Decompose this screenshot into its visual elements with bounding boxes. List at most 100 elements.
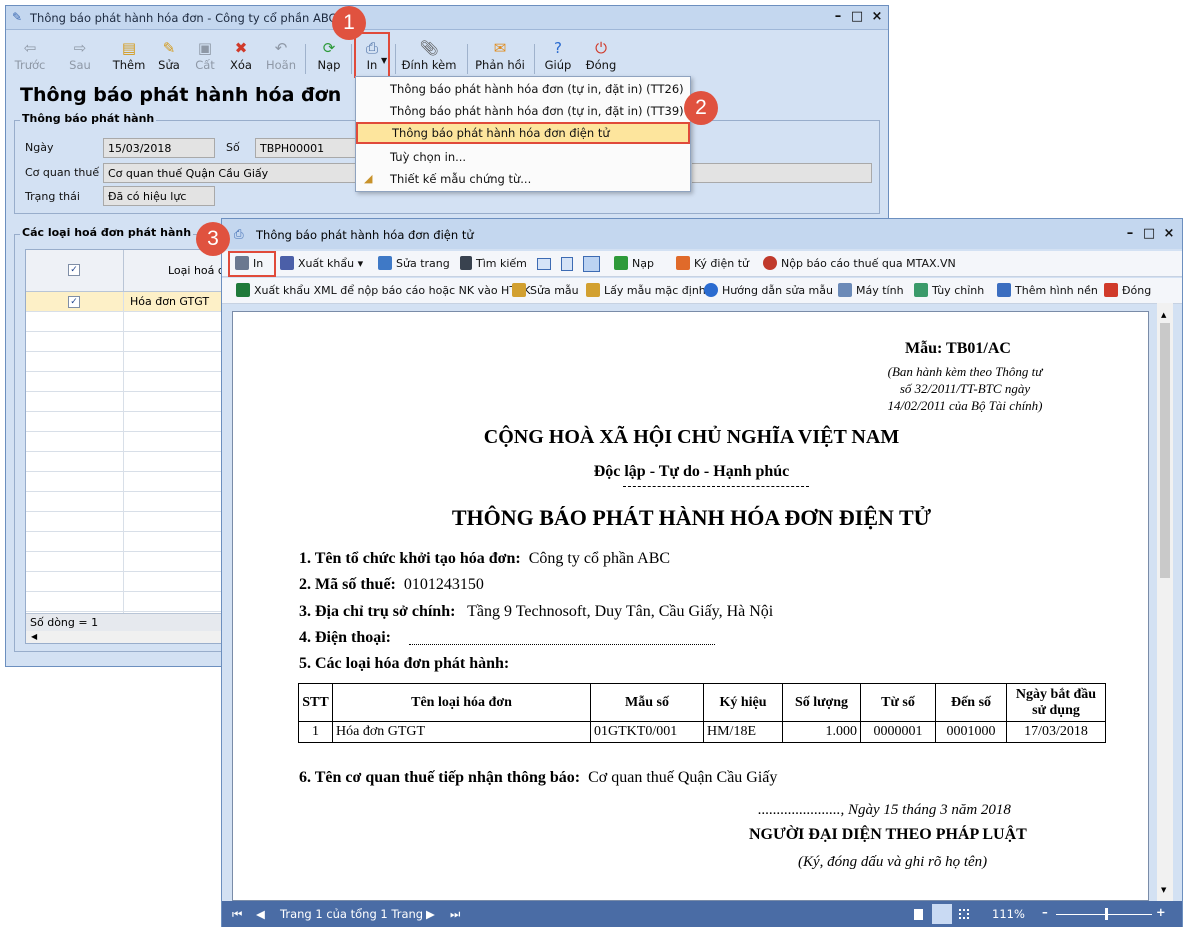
row-check-cell: ✓ [26,292,124,312]
scroll-thumb[interactable] [1160,323,1170,578]
toolbar-separator [467,44,468,74]
prev-page-icon[interactable]: ◀ [256,907,265,921]
delete-label: Xóa [230,58,252,72]
mail-icon: ✉ [493,39,507,57]
single-page-icon[interactable] [537,258,551,270]
options-button[interactable]: Tùy chỉnh [914,280,984,302]
attach-button[interactable]: 📎︎ Đính kèm [399,38,459,78]
zoom-slider-track[interactable] [1056,914,1152,915]
line-tax-code: 2. Mã số thuế: 0101243150 [299,576,484,594]
close-icon[interactable]: × [869,9,885,24]
vertical-scrollbar[interactable]: ▲ ▼ [1157,303,1173,901]
row-checkbox[interactable]: ✓ [68,296,80,308]
empty-grid-cell [26,592,124,612]
print-button[interactable]: ⎙ In ▼ [354,32,390,78]
delete-button[interactable]: ✖ Xóa [219,38,263,78]
print-label: In [366,58,378,72]
single-page-view-icon[interactable] [914,909,923,920]
background-button[interactable]: Thêm hình nền [997,280,1098,302]
tax-office-field[interactable]: Cơ quan thuế Quận Cầu Giấy [103,163,361,183]
empty-grid-row [26,492,229,512]
grid-view-icon[interactable] [959,909,969,919]
maximize-icon[interactable]: □ [1141,226,1157,241]
zoom-level: 111% [992,907,1025,921]
title-bar: ⎙ Thông báo phát hành hóa đơn điện tử – … [222,219,1182,249]
menu-item-notice-tt39[interactable]: Thông báo phát hành hóa đơn (tự in, đặt … [356,100,690,122]
help-button[interactable]: ? Giúp [536,38,580,78]
next-page-icon[interactable]: ▶ [426,907,435,921]
prev-button[interactable]: ⇦ Trước [8,38,52,78]
zoom-out-icon[interactable]: – [1042,905,1048,919]
first-page-icon[interactable]: ⏮ [232,907,242,922]
printer-icon: ⎙ [365,39,378,57]
close-icon[interactable]: × [1161,226,1177,241]
export-xml-button[interactable]: Xuất khẩu XML để nộp báo cáo hoặc NK vào… [236,280,530,302]
empty-grid-row [26,392,229,412]
default-template-button[interactable]: Lấy mẫu mặc định [586,280,706,302]
page-width-icon[interactable] [561,257,573,271]
scroll-down-icon[interactable]: ▼ [1161,886,1166,894]
print-button[interactable]: In [228,251,276,277]
toolbar-separator [351,44,352,74]
motto: Độc lập - Tự do - Hạnh phúc [593,463,790,480]
whole-page-icon[interactable] [583,256,600,272]
zoom-slider-thumb[interactable] [1105,908,1109,920]
scroll-up-icon[interactable]: ▲ [1161,311,1166,319]
number-field[interactable]: TBPH00001 [255,138,361,158]
menu-item-label: Thông báo phát hành hóa đơn (tự in, đặt … [390,82,684,96]
empty-grid-cell [26,492,124,512]
multi-page-view-icon[interactable] [932,904,952,924]
toolbar-separator [395,44,396,74]
tax-office-label: 6. Tên cơ quan thuế tiếp nhận thông báo: [299,769,581,786]
close-label: Đóng [585,58,617,72]
menu-item-notice-tt26[interactable]: Thông báo phát hành hóa đơn (tự in, đặt … [356,78,690,100]
last-page-icon[interactable]: ⏭ [450,907,460,922]
zoom-in-icon[interactable]: + [1156,905,1166,919]
menu-item-design-template[interactable]: ◢ Thiết kế mẫu chứng từ... [356,168,690,190]
table-row[interactable]: ✓ Hóa đơn GTGT [26,292,229,312]
date-field[interactable]: 15/03/2018 [103,138,215,158]
undo-button[interactable]: ↶ Hoãn [259,38,303,78]
title-bar: ✎ Thông báo phát hành hóa đơn - Công ty … [6,6,888,30]
calculator-button[interactable]: Máy tính [838,280,904,302]
help-label: Giúp [544,58,572,72]
horizontal-scrollbar[interactable]: ◀ [26,631,229,643]
table-row: 1 Hóa đơn GTGT 01GTKT0/001 HM/18E 1.000 … [298,721,1106,743]
close-button[interactable]: ⏻ Đóng [579,38,623,78]
add-button[interactable]: ▤ Thêm [107,38,151,78]
page-title: Thông báo phát hành hóa đơn [20,84,342,106]
step-badge-1: 1 [332,6,366,40]
search-label: Tìm kiếm [476,257,527,270]
next-button[interactable]: ⇨ Sau [58,38,102,78]
close-button[interactable]: Đóng [1104,280,1151,302]
select-all-checkbox[interactable]: ✓ [68,264,80,276]
refresh-icon [614,256,628,270]
tax-code-label: 2. Mã số thuế: [299,576,396,593]
new-doc-icon: ▤ [121,39,137,57]
export-button[interactable]: Xuất khẩu ▾ [280,253,363,275]
th-quantity: Số lượng [782,683,861,722]
search-button[interactable]: Tìm kiếm [460,253,527,275]
phone-label: 4. Điện thoại: [299,629,391,646]
menu-item-notice-electronic[interactable]: Thông báo phát hành hóa đơn điện tử [356,122,690,144]
menu-item-print-options[interactable]: Tuỳ chọn in... [356,146,690,168]
minimize-icon[interactable]: – [1122,226,1138,241]
feedback-button[interactable]: ✉ Phản hồi [472,38,528,78]
notice-info-group-title: Thông báo phát hành [20,112,157,125]
empty-grid-row [26,572,229,592]
scroll-left-icon[interactable]: ◀ [31,632,37,641]
esign-button[interactable]: Ký điện tử [676,253,749,275]
edit-page-button[interactable]: Sửa trang [378,253,450,275]
default-template-label: Lấy mẫu mặc định [604,284,706,297]
reload-button[interactable]: ⟳ Nạp [307,38,351,78]
page-indicator: Trang 1 của tổng 1 Trang [280,907,424,921]
maximize-icon[interactable]: □ [849,9,865,24]
submit-mtax-button[interactable]: Nộp báo cáo thuế qua MTAX.VN [763,253,956,275]
edit-template-button[interactable]: Sửa mẫu [512,280,579,302]
minimize-icon[interactable]: – [830,9,846,24]
guide-button[interactable]: Hướng dẫn sửa mẫu [704,280,833,302]
export-label: Xuất khẩu [298,257,355,270]
menu-item-label: Tuỳ chọn in... [390,150,467,164]
reload-button[interactable]: Nạp [614,253,654,275]
empty-grid-row [26,372,229,392]
